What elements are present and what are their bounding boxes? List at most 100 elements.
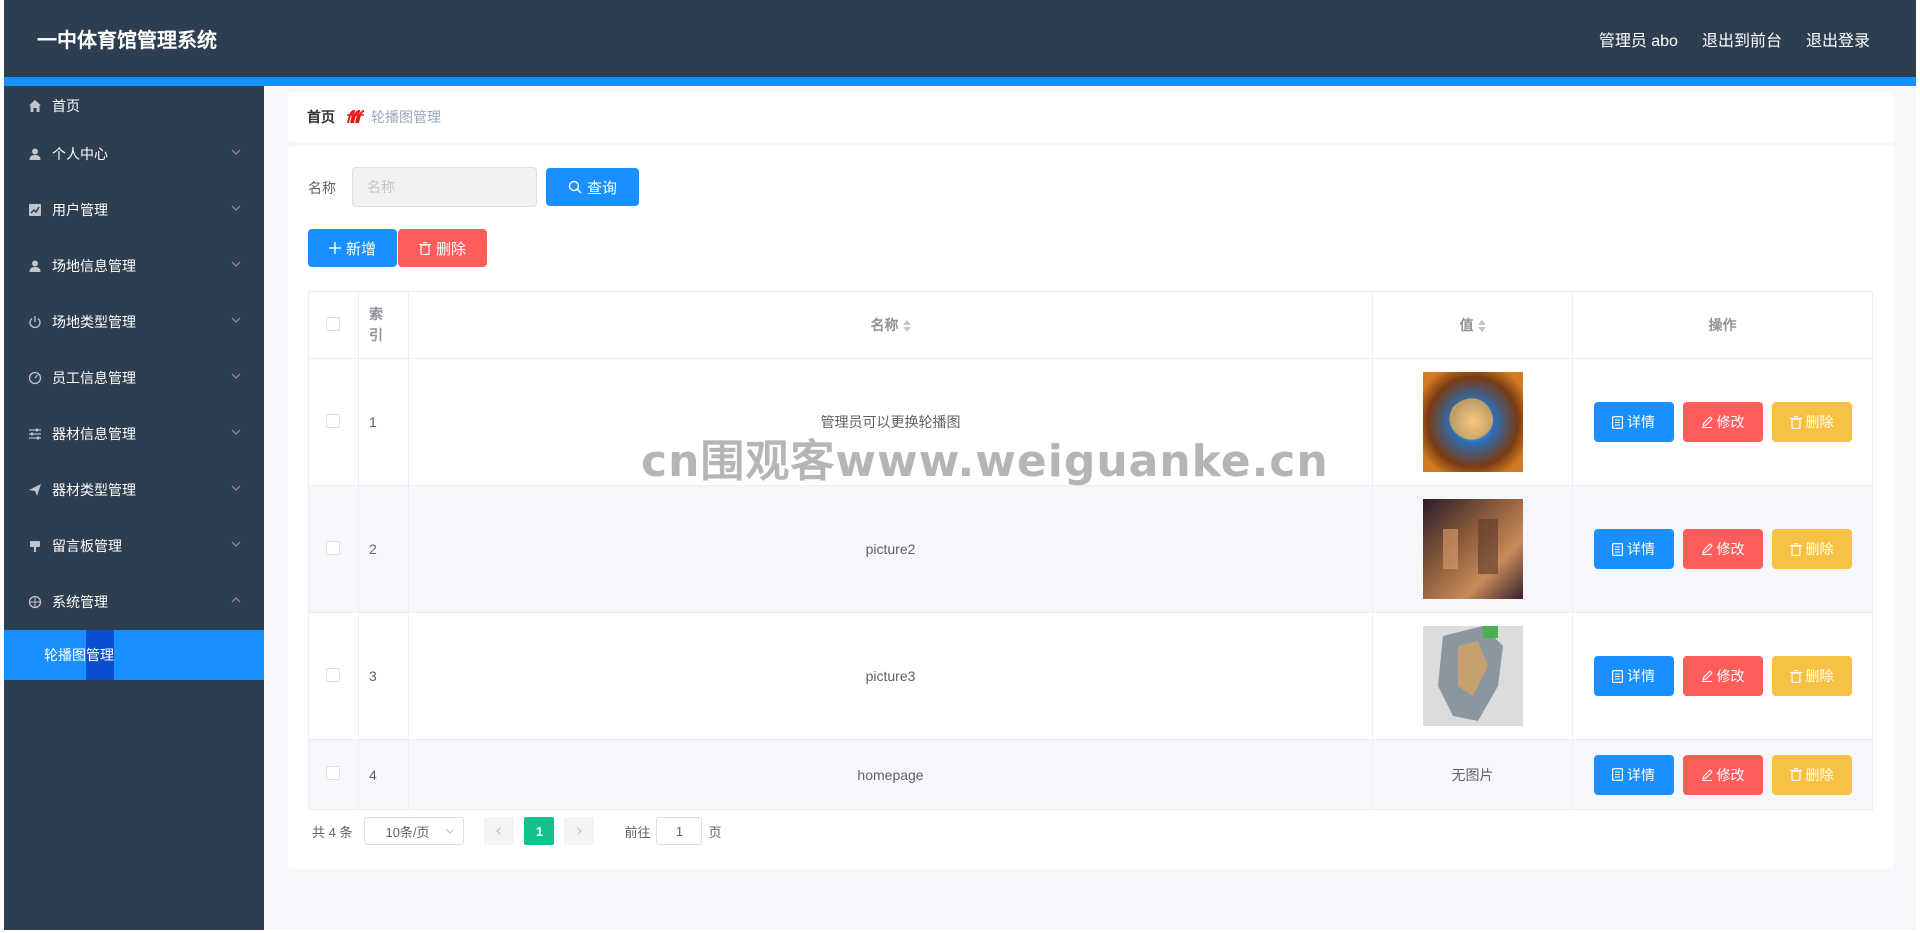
trash-icon: [1789, 415, 1802, 429]
value-header[interactable]: 值: [1372, 291, 1573, 359]
page-number-current[interactable]: 1: [524, 817, 555, 845]
chevron-down-icon: [231, 373, 241, 379]
detail-button[interactable]: 详情: [1593, 754, 1674, 795]
next-page-button[interactable]: [564, 817, 595, 845]
plus-icon: [328, 242, 341, 254]
sidebar-item-home[interactable]: 首页: [4, 86, 264, 126]
row-index: 2: [357, 485, 409, 613]
sort-caret-icon[interactable]: [902, 319, 911, 333]
sidebar-item-staff-info[interactable]: 员工信息管理: [4, 350, 264, 406]
header-accent-bar: [4, 77, 1916, 86]
batch-delete-button[interactable]: 删除: [398, 229, 487, 267]
table-row: 3 picture3 详情 修改 删除: [308, 612, 1873, 740]
main-content: 首页 轮播图管理 名称 查询 新增 删除: [264, 86, 1916, 930]
edit-icon: [1701, 670, 1713, 682]
row-checkbox[interactable]: [326, 667, 341, 682]
admin-user-label[interactable]: 管理员 abo: [1599, 27, 1678, 51]
chevron-up-icon: [231, 597, 241, 603]
row-checkbox-cell: [308, 358, 359, 486]
sidebar-item-message-board[interactable]: 留言板管理: [4, 518, 264, 574]
table-row: 4 homepage 无图片 详情 修改 删除: [308, 739, 1873, 810]
row-value-no-image: 无图片: [1372, 739, 1573, 810]
logout-link[interactable]: 退出登录: [1806, 27, 1870, 51]
pin-icon: [28, 539, 42, 553]
user-icon: [28, 147, 42, 161]
row-checkbox[interactable]: [326, 540, 341, 555]
row-ops-cell: 详情 修改 删除: [1572, 358, 1873, 486]
detail-button[interactable]: 详情: [1593, 402, 1674, 442]
power-icon: [28, 315, 42, 329]
row-name: picture3: [407, 612, 1374, 740]
query-button[interactable]: 查询: [546, 168, 639, 206]
sidebar-item-venue-type[interactable]: 场地类型管理: [4, 294, 264, 350]
edit-button[interactable]: 修改: [1682, 754, 1763, 795]
page-size-select[interactable]: 10条/页: [364, 817, 465, 845]
document-icon: [1612, 542, 1623, 556]
row-index: 3: [357, 612, 409, 740]
sidebar-subitem-label: 轮播图管理: [44, 647, 114, 663]
edit-icon: [1701, 543, 1713, 555]
sidebar-item-label: 场地类型管理: [52, 314, 136, 330]
select-all-checkbox[interactable]: [326, 316, 341, 331]
top-header: 一中体育馆管理系统 管理员 abo 退出到前台 退出登录: [4, 0, 1916, 77]
delete-button[interactable]: 删除: [1771, 402, 1852, 442]
document-icon: [1612, 415, 1623, 429]
sidebar-item-equipment-info[interactable]: 器材信息管理: [4, 406, 264, 462]
chevron-right-icon: [577, 827, 583, 835]
detail-label: 详情: [1627, 414, 1655, 430]
goto-page-input[interactable]: [656, 817, 703, 845]
breadcrumb-home[interactable]: 首页: [307, 107, 335, 127]
search-name-input[interactable]: [352, 167, 537, 207]
row-name: homepage: [407, 739, 1374, 810]
document-icon: [1612, 669, 1623, 683]
sidebar-subitem-carousel-management[interactable]: 轮播图管理: [4, 630, 264, 680]
table-header-row: 索引 名称 值 操作: [308, 291, 1873, 359]
chevron-down-icon: [231, 149, 241, 155]
edit-button[interactable]: 修改: [1682, 656, 1763, 696]
carousel-thumbnail-image[interactable]: [1422, 499, 1523, 599]
carousel-thumbnail-image[interactable]: [1422, 626, 1523, 726]
edit-button[interactable]: 修改: [1682, 402, 1763, 442]
batch-delete-label: 删除: [435, 240, 466, 258]
gauge-icon: [28, 371, 42, 385]
index-header-label: 索引: [368, 306, 383, 343]
delete-button[interactable]: 删除: [1771, 754, 1852, 795]
row-checkbox[interactable]: [326, 413, 341, 428]
carousel-table: 索引 名称 值 操作 1 管理员可以更换轮播图 详情 修改 删除 2 pictu…: [308, 291, 1873, 810]
delete-label: 删除: [1805, 541, 1834, 557]
compass-icon: [28, 595, 42, 609]
carousel-thumbnail-image[interactable]: [1422, 372, 1523, 472]
delete-button[interactable]: 删除: [1771, 529, 1852, 569]
chevron-down-icon: [231, 485, 241, 491]
detail-button[interactable]: 详情: [1593, 656, 1674, 696]
page-size-value: 10条/页: [385, 824, 430, 840]
chevron-down-icon: [446, 829, 455, 834]
row-checkbox-cell: [308, 612, 359, 740]
sort-caret-icon[interactable]: [1477, 319, 1486, 333]
add-button[interactable]: 新增: [308, 229, 397, 267]
detail-button[interactable]: 详情: [1593, 529, 1674, 569]
name-header[interactable]: 名称: [407, 291, 1374, 359]
sidebar-item-system-management[interactable]: 系统管理: [4, 574, 264, 630]
edit-button[interactable]: 修改: [1682, 529, 1763, 569]
row-checkbox[interactable]: [326, 766, 341, 780]
chevron-down-icon: [231, 317, 241, 323]
query-button-label: 查询: [586, 179, 617, 197]
sidebar-item-user-management[interactable]: 用户管理: [4, 182, 264, 238]
sidebar-item-equipment-type[interactable]: 器材类型管理: [4, 462, 264, 518]
edit-label: 修改: [1716, 668, 1745, 684]
sidebar-item-venue-info[interactable]: 场地信息管理: [4, 238, 264, 294]
sidebar-item-label: 场地信息管理: [52, 258, 136, 274]
row-name: 管理员可以更换轮播图: [407, 358, 1374, 486]
row-value-cell: [1372, 485, 1573, 613]
sidebar-item-label: 员工信息管理: [52, 370, 136, 386]
pagination-total: 共 4 条: [312, 824, 353, 840]
sidebar-item-label: 个人中心: [52, 146, 108, 162]
delete-button[interactable]: 删除: [1771, 656, 1852, 696]
prev-page-button[interactable]: [484, 817, 515, 845]
sidebar-item-label: 首页: [52, 98, 80, 114]
exit-to-front-link[interactable]: 退出到前台: [1702, 27, 1782, 51]
sidebar-item-personal-center[interactable]: 个人中心: [4, 126, 264, 182]
row-ops-cell: 详情 修改 删除: [1572, 739, 1873, 810]
table-row: 2 picture2 详情 修改 删除: [308, 485, 1873, 613]
